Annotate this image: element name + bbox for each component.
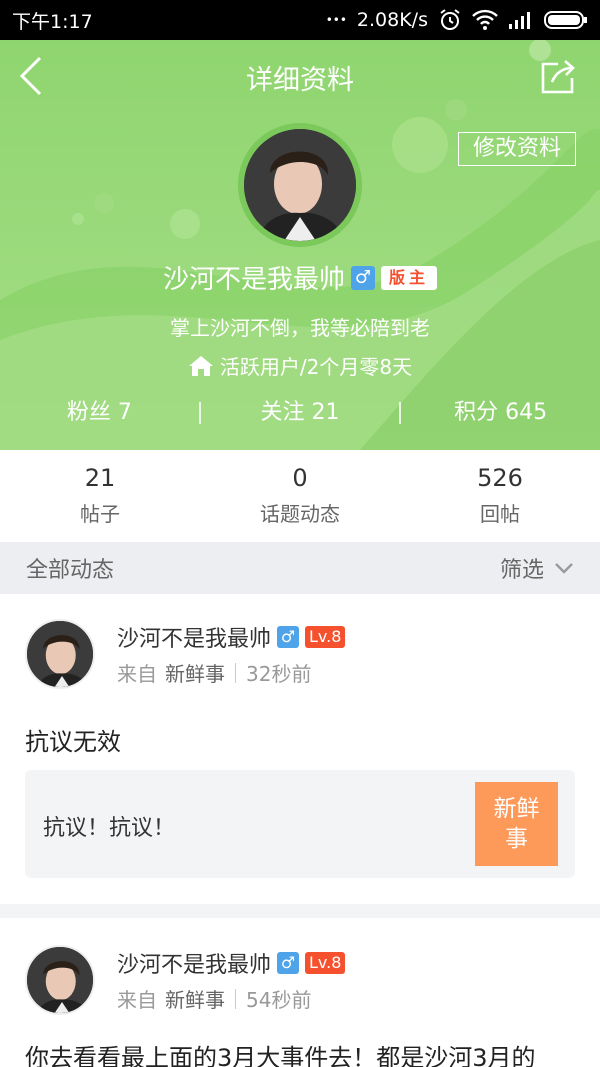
profile-header: 详细资料 修改资料 沙河不是我最帅 ♂ 版主 掌上沙河不倒，我等必陪到老 活跃用…	[0, 40, 600, 450]
post-author-avatar[interactable]	[25, 619, 95, 689]
quoted-content[interactable]: 抗议！抗议！ 新鲜 事	[25, 770, 575, 878]
count-label: 话题动态	[260, 502, 340, 526]
network-speed: 2.08K/s	[356, 9, 428, 31]
status-icons: ••• 2.08K/s	[326, 8, 588, 32]
avatar-photo	[244, 129, 356, 241]
tag-line-1: 新鲜	[493, 796, 540, 822]
alarm-icon	[438, 8, 462, 32]
following-count[interactable]: 关注 21	[201, 397, 400, 429]
post-text: 你去看看最上面的3月大事件去！都是沙河3月的	[25, 1044, 536, 1067]
feed-title: 全部动态	[26, 558, 115, 583]
quoted-source-tag: 新鲜 事	[475, 782, 558, 866]
home-icon	[188, 355, 213, 376]
post-author-row: 沙河不是我最帅 ♂ Lv.8	[117, 947, 346, 979]
share-button[interactable]	[538, 58, 578, 96]
post-text: 抗议无效	[25, 728, 121, 756]
feed-filter-bar: 全部动态 筛选	[0, 542, 600, 594]
divider	[235, 988, 236, 1009]
edit-profile-button[interactable]: 修改资料	[458, 132, 576, 166]
status-dots: •••	[325, 13, 347, 27]
feed-item[interactable]: 沙河不是我最帅 ♂ Lv.8 来自 新鲜事 32秒前 抗议无效 抗议！抗议！ 新…	[0, 594, 600, 904]
battery-icon	[544, 10, 588, 30]
post-meta: 来自 新鲜事 32秒前	[117, 658, 311, 687]
count-value: 526	[477, 464, 523, 492]
wifi-icon	[472, 9, 498, 31]
chevron-down-icon	[555, 563, 573, 574]
male-icon: ♂	[277, 952, 300, 974]
post-source[interactable]: 新鲜事	[165, 984, 225, 1013]
active-status-text: 活跃用户/2个月零8天	[219, 355, 413, 379]
filter-label: 筛选	[499, 558, 544, 583]
post-author-name[interactable]: 沙河不是我最帅	[117, 947, 271, 979]
male-icon: ♂	[277, 626, 300, 648]
quoted-text: 抗议！抗议！	[43, 816, 176, 841]
fans-count[interactable]: 粉丝 7	[0, 397, 199, 429]
count-label: 帖子	[80, 502, 120, 526]
topic-activity-count[interactable]: 0 话题动态	[200, 450, 400, 542]
points-count[interactable]: 积分 645	[401, 397, 600, 429]
activity-counts: 21 帖子 0 话题动态 526 回帖	[0, 450, 600, 542]
filter-button[interactable]: 筛选	[500, 552, 574, 584]
status-time: 下午1:17	[12, 10, 93, 33]
avatar[interactable]	[238, 123, 362, 247]
replies-count[interactable]: 526 回帖	[400, 450, 600, 542]
count-value: 21	[84, 464, 116, 492]
divider	[235, 662, 236, 683]
profile-stats: 粉丝 7 关注 21 积分 645	[0, 397, 600, 429]
post-from-label: 来自	[117, 662, 157, 686]
feed-item[interactable]: 沙河不是我最帅 ♂ Lv.8 来自 新鲜事 54秒前 你去看看最上面的3月大事件…	[0, 918, 600, 1067]
active-status: 活跃用户/2个月零8天	[0, 351, 600, 380]
tag-line-2: 事	[505, 826, 528, 852]
moderator-badge: 版主	[381, 265, 438, 290]
status-bar: 下午1:17 ••• 2.08K/s	[0, 0, 600, 40]
share-icon	[541, 60, 575, 94]
post-meta: 来自 新鲜事 54秒前	[117, 984, 311, 1013]
signal-icon	[508, 10, 534, 30]
post-from-label: 来自	[117, 988, 157, 1012]
count-value: 0	[292, 464, 308, 492]
post-author-avatar[interactable]	[25, 945, 95, 1015]
profile-signature: 掌上沙河不倒，我等必陪到老	[170, 316, 430, 340]
page-title: 详细资料	[246, 65, 354, 96]
profile-name-row: 沙河不是我最帅 ♂ 版主	[0, 259, 600, 296]
post-author-row: 沙河不是我最帅 ♂ Lv.8	[117, 621, 346, 653]
post-source[interactable]: 新鲜事	[165, 658, 225, 687]
level-badge: Lv.8	[305, 626, 346, 648]
post-time: 54秒前	[246, 988, 312, 1012]
level-badge: Lv.8	[305, 952, 346, 974]
post-time: 32秒前	[246, 662, 312, 686]
male-icon: ♂	[351, 265, 375, 290]
count-label: 回帖	[480, 502, 520, 526]
posts-count[interactable]: 21 帖子	[0, 450, 200, 542]
profile-name: 沙河不是我最帅	[162, 265, 345, 295]
post-author-name[interactable]: 沙河不是我最帅	[117, 621, 271, 653]
